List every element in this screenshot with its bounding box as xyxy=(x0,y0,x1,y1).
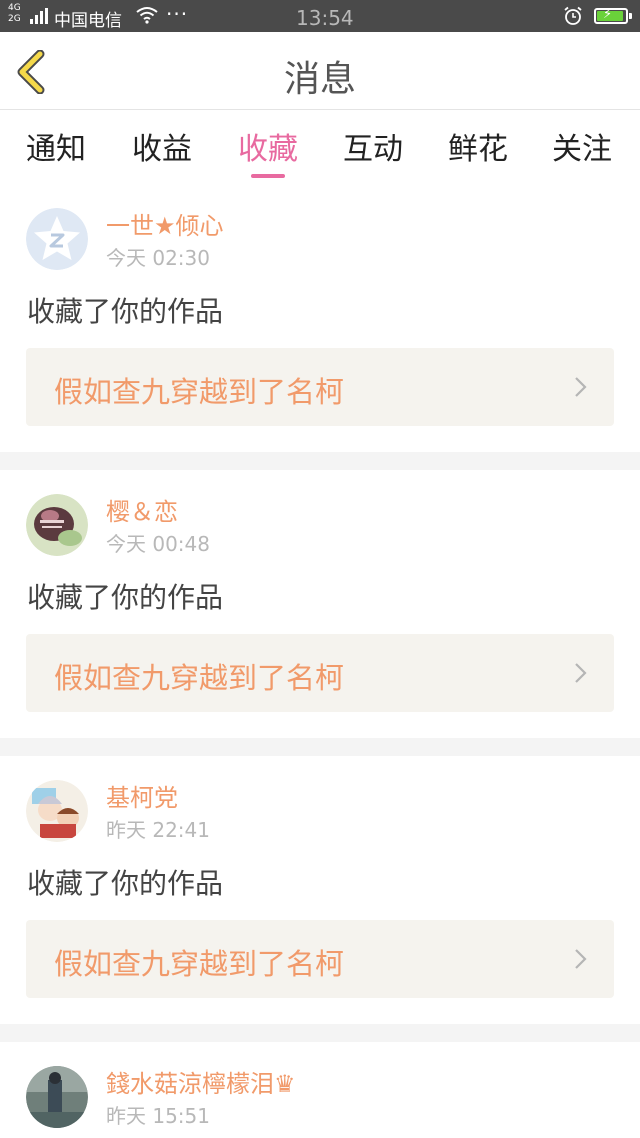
carrier-name: 中国电信 xyxy=(54,11,122,31)
message-time: 昨天 15:51 xyxy=(106,1104,210,1128)
more-dots-icon: ··· xyxy=(166,2,189,26)
divider xyxy=(0,738,640,756)
work-link[interactable]: 假如查九穿越到了名柯 xyxy=(26,634,614,712)
tab-favorites[interactable]: 收藏 xyxy=(218,124,318,178)
tab-interactions[interactable]: 互动 xyxy=(323,124,423,168)
chevron-right-icon xyxy=(575,377,587,397)
default-star-avatar[interactable] xyxy=(26,208,88,270)
page-title: 消息 xyxy=(283,59,356,100)
status-bar: 4G 2G 中国电信 ··· 13:54 ⚡ xyxy=(0,0,640,32)
user-photo-avatar[interactable] xyxy=(26,494,88,556)
tab-earnings[interactable]: 收益 xyxy=(112,124,212,168)
message-time: 昨天 22:41 xyxy=(106,818,210,842)
chevron-right-icon xyxy=(575,663,587,683)
divider xyxy=(0,452,640,470)
battery-icon: ⚡ xyxy=(594,7,632,24)
signal-icon xyxy=(30,8,48,24)
user-name[interactable]: 基柯党 xyxy=(106,778,178,813)
anime-avatar[interactable] xyxy=(26,780,88,842)
message-tabs: 通知 收益 收藏 互动 鲜花 关注 xyxy=(0,110,640,184)
photo-avatar[interactable] xyxy=(26,1066,88,1128)
wifi-icon xyxy=(136,7,158,24)
tab-follows[interactable]: 关注 xyxy=(532,124,632,168)
message-time: 今天 00:48 xyxy=(106,532,210,556)
clock: 13:54 xyxy=(296,6,354,30)
work-link[interactable]: 假如查九穿越到了名柯 xyxy=(26,920,614,998)
message-item: 錢水菇涼檸檬泪♛ 昨天 15:51 xyxy=(0,1042,640,1138)
work-title: 假如查九穿越到了名柯 xyxy=(54,947,345,981)
alarm-icon xyxy=(564,6,582,25)
message-time: 今天 02:30 xyxy=(106,246,210,270)
work-title: 假如查九穿越到了名柯 xyxy=(54,375,345,409)
chevron-right-icon xyxy=(575,949,587,969)
message-text: 收藏了你的作品 xyxy=(27,581,224,614)
work-link[interactable]: 假如查九穿越到了名柯 xyxy=(26,348,614,426)
user-name[interactable]: 一世★倾心 xyxy=(106,206,224,241)
network-type-label: 4G 2G xyxy=(8,3,21,24)
message-item: 一世★倾心 今天 02:30 收藏了你的作品 假如查九穿越到了名柯 xyxy=(0,184,640,452)
message-text: 收藏了你的作品 xyxy=(27,867,224,900)
tab-flowers[interactable]: 鲜花 xyxy=(428,124,528,168)
user-name[interactable]: 錢水菇涼檸檬泪♛ xyxy=(106,1064,296,1099)
user-name[interactable]: 樱＆恋 xyxy=(106,492,178,527)
active-tab-indicator xyxy=(251,174,285,178)
tab-notifications[interactable]: 通知 xyxy=(6,124,106,168)
message-text: 收藏了你的作品 xyxy=(27,295,224,328)
top-nav-bar: 消息 xyxy=(0,32,640,110)
message-item: 基柯党 昨天 22:41 收藏了你的作品 假如查九穿越到了名柯 xyxy=(0,756,640,1024)
divider xyxy=(0,1024,640,1042)
message-item: 樱＆恋 今天 00:48 收藏了你的作品 假如查九穿越到了名柯 xyxy=(0,470,640,738)
work-title: 假如查九穿越到了名柯 xyxy=(54,661,345,695)
